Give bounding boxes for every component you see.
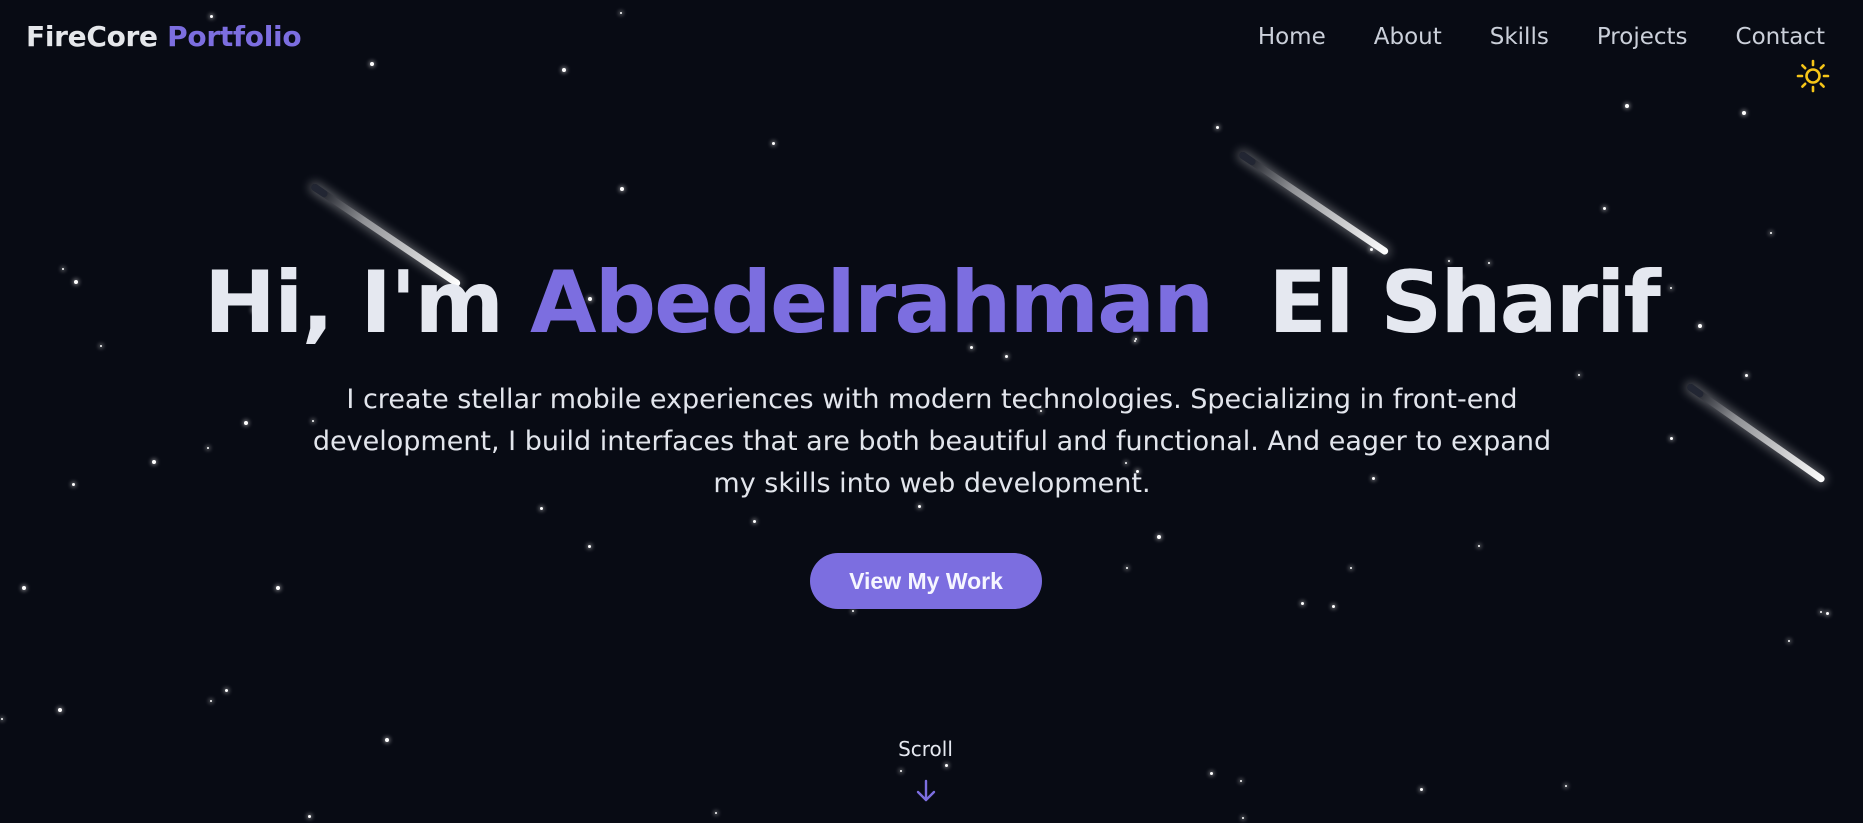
star	[244, 421, 248, 425]
star	[1745, 374, 1748, 377]
star	[207, 447, 209, 449]
star	[1242, 817, 1244, 819]
star	[1742, 111, 1746, 115]
star	[1332, 605, 1335, 608]
star	[852, 610, 854, 612]
nav-skills[interactable]: Skills	[1490, 24, 1549, 50]
arrow-down-icon	[916, 779, 936, 802]
star	[1, 718, 3, 720]
star	[308, 815, 311, 818]
page: FireCore Portfolio Home About Skills Pro…	[0, 0, 1863, 823]
scroll-label: Scroll	[898, 737, 953, 761]
star	[152, 460, 156, 464]
star	[1216, 126, 1219, 129]
main-nav: Home About Skills Projects Contact	[1258, 24, 1825, 50]
hero-last-name: El Sharif	[1268, 253, 1661, 353]
star	[72, 483, 75, 486]
star	[715, 812, 717, 814]
theme-toggle-button[interactable]	[1795, 58, 1831, 94]
site-header: FireCore Portfolio Home About Skills Pro…	[0, 0, 1863, 93]
star	[588, 545, 591, 548]
star	[945, 764, 948, 767]
nav-about[interactable]: About	[1374, 24, 1442, 50]
shooting-star	[1685, 382, 1826, 484]
star	[1788, 640, 1790, 642]
brand-logo[interactable]: FireCore Portfolio	[26, 20, 302, 53]
hero-greeting: Hi, I'm	[204, 253, 504, 353]
brand-accent: Portfolio	[167, 20, 302, 53]
hero-subtitle: I create stellar mobile experiences with…	[312, 384, 1552, 499]
star	[1210, 772, 1213, 775]
hero-first-name: Abedelrahman	[530, 253, 1214, 353]
star	[1350, 567, 1352, 569]
star	[1420, 788, 1423, 791]
star	[918, 505, 921, 508]
star	[210, 700, 212, 702]
star	[22, 586, 26, 590]
star	[58, 708, 62, 712]
sun-icon	[1796, 59, 1830, 93]
scroll-down-button[interactable]	[913, 778, 939, 804]
star	[900, 770, 902, 772]
star	[1578, 374, 1580, 376]
star	[540, 507, 543, 510]
star	[1625, 104, 1629, 108]
star	[1603, 207, 1606, 210]
star	[1770, 232, 1772, 234]
star	[1126, 567, 1128, 569]
nav-home[interactable]: Home	[1258, 24, 1326, 50]
star	[620, 187, 624, 191]
star	[1565, 785, 1567, 787]
star	[276, 586, 280, 590]
star	[1157, 535, 1161, 539]
star	[772, 142, 775, 145]
star	[1820, 611, 1822, 613]
star	[225, 689, 228, 692]
view-my-work-button[interactable]: View My Work	[810, 553, 1042, 609]
hero-title: Hi, I'm Abedelrahman El Sharif	[0, 248, 1863, 358]
star	[1826, 612, 1829, 615]
star	[1478, 545, 1480, 547]
star	[1240, 780, 1242, 782]
star	[1670, 437, 1673, 440]
shooting-star	[1238, 150, 1390, 256]
star	[753, 520, 756, 523]
nav-projects[interactable]: Projects	[1597, 24, 1688, 50]
star	[1301, 602, 1304, 605]
nav-contact[interactable]: Contact	[1736, 24, 1825, 50]
brand-primary: FireCore	[26, 20, 158, 53]
